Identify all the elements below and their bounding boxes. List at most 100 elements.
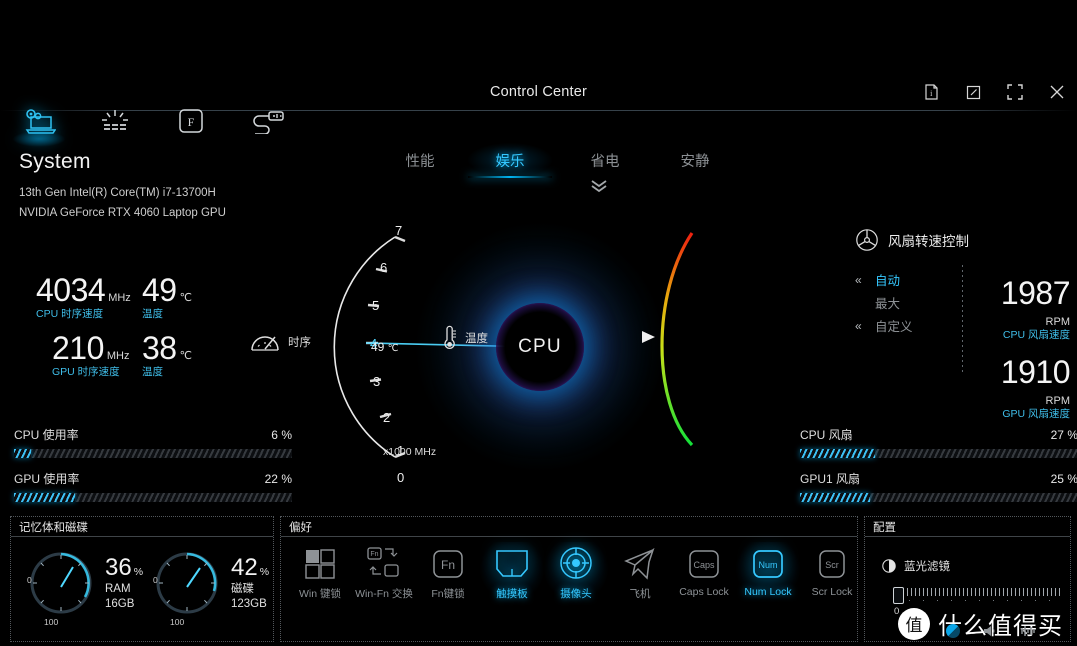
pref-num-lock[interactable]: Num Num Lock	[736, 542, 800, 601]
fan-mode-auto[interactable]: « 自动	[855, 268, 913, 291]
pref-caps-lock[interactable]: Caps Caps Lock	[672, 542, 736, 601]
sound-icon	[984, 626, 995, 636]
svg-text:Scr: Scr	[825, 560, 839, 570]
gpu-fan-fill	[800, 493, 870, 502]
cpu-fan-row: CPU 风扇 27 %	[800, 426, 1077, 458]
control-center-window: Control Center i F System 13th Gen Intel…	[0, 0, 1077, 646]
cpu-usage-fill	[14, 449, 31, 458]
pref-fn-key-lock[interactable]: Fn Fn键锁	[416, 542, 480, 601]
thermometer-icon	[444, 325, 456, 350]
maximize-button[interactable]	[1005, 82, 1025, 102]
gpu-fan-speed-label: GPU 风扇速度	[1002, 408, 1070, 420]
cpu-usage-unit: %	[281, 428, 292, 442]
info-button[interactable]: i	[921, 82, 941, 102]
bluelight-slider[interactable]: 0	[893, 587, 1063, 617]
gpu-clock-value: 210	[52, 330, 104, 366]
temp-marker: 49 ℃	[371, 340, 398, 354]
pref-camera-label: 摄像头	[560, 588, 592, 600]
pref-camera[interactable]: 摄像头	[544, 542, 608, 601]
dial-tick-6: 6	[380, 260, 388, 275]
close-button[interactable]	[1047, 82, 1067, 102]
pref-touchpad[interactable]: 触摸板	[480, 542, 544, 601]
pref-airplane-label: 飞机	[629, 588, 651, 600]
ram-gauge-max: 100	[44, 617, 59, 627]
cpu-clock-unit: MHz	[108, 292, 131, 304]
bluelight-row: 蓝光滤镜	[882, 558, 950, 574]
disk-gauge-max: 100	[170, 617, 185, 627]
gpu-fan-value: 25	[1050, 472, 1064, 486]
cpu-clock-value: 4034	[36, 272, 106, 308]
sidebar-item-devices[interactable]	[246, 104, 288, 138]
camera-icon	[559, 542, 593, 580]
fan-divider	[962, 265, 963, 375]
scroll-lock-icon: Scr	[814, 542, 850, 580]
pref-scroll-lock[interactable]: Scr Scr Lock	[800, 542, 864, 601]
dial-tick-7: 7	[395, 223, 403, 238]
window-title: Control Center	[489, 84, 588, 100]
ram-caption: 36% RAM 16GB	[105, 554, 143, 612]
config-panel-title: 配置	[873, 521, 896, 534]
fan-mode-custom[interactable]: « 自定义	[855, 314, 913, 337]
cpu-center-orb: CPU	[496, 303, 584, 391]
cpu-usage-label: CPU 使用率	[14, 428, 79, 442]
gpu-temp-value: 38	[142, 330, 177, 366]
ram-capacity: 16GB	[105, 598, 135, 610]
bluelight-slider-knob[interactable]	[893, 587, 904, 604]
pref-win-key-lock[interactable]: Win 键锁	[288, 542, 352, 601]
cpu-orb-label: CPU	[518, 336, 562, 357]
svg-text:Num: Num	[758, 560, 777, 570]
chevron-down-icon[interactable]	[588, 178, 610, 197]
sidebar-item-fn-key[interactable]: F	[170, 104, 212, 138]
dial-scale-unit: x1000 MHz	[383, 446, 437, 458]
preferences-panel-title: 偏好	[289, 521, 312, 534]
watermark-icons	[946, 624, 1036, 638]
ram-gauge: 36% RAM 16GB	[23, 545, 143, 621]
sidebar-item-keyboard-backlight[interactable]	[94, 104, 136, 138]
fan-modes: « 自动 «最大 « 自定义	[855, 268, 913, 337]
tab-entertainment[interactable]: 娱乐	[468, 150, 552, 178]
ram-gauge-dial	[30, 552, 92, 614]
pref-scroll-lock-label: Scr Lock	[811, 586, 853, 598]
tab-performance[interactable]: 性能	[390, 150, 450, 171]
cpu-fan-value: 27	[1050, 428, 1064, 442]
cpu-temp-readout: 49 ℃ 温度	[142, 272, 192, 321]
fan-mode-max[interactable]: «最大	[855, 291, 913, 314]
gpu-fan-unit: %	[1067, 472, 1077, 486]
fan-control-header: 风扇转速控制	[855, 228, 969, 252]
gpu-clock-label: GPU 时序速度	[52, 366, 120, 378]
fan-mode-max-label: 最大	[875, 297, 901, 311]
tab-quiet[interactable]: 安静	[665, 150, 725, 171]
volume-icon	[1021, 626, 1035, 636]
svg-text:i: i	[930, 89, 933, 98]
tab-power-save[interactable]: 省电	[575, 150, 635, 171]
svg-text:F: F	[188, 115, 195, 129]
fn-key-lock-icon: Fn	[430, 542, 466, 580]
fan-mode-custom-label: 自定义	[875, 320, 913, 334]
temp-marker-unit: ℃	[387, 343, 399, 354]
gpu-fan-row: GPU1 风扇 25 %	[800, 470, 1077, 502]
cpu-fan-speed-value: 1987	[1000, 275, 1071, 311]
chevron-left-icon-2: «	[855, 318, 862, 333]
memory-disk-panel-header: 记忆体和磁碟	[11, 517, 273, 537]
gpu-usage-unit: %	[281, 472, 292, 486]
top-nav: F	[12, 104, 288, 147]
fan-icon	[856, 229, 878, 251]
fan-mode-auto-label: 自动	[875, 274, 901, 288]
brightness-icon	[946, 624, 960, 638]
cpu-fan-speed-label: CPU 风扇速度	[1002, 329, 1070, 341]
cpu-fan-bar	[800, 449, 1077, 458]
gpu-fan-bar	[800, 493, 1077, 502]
memory-disk-panel: 记忆体和磁碟 36% RAM 16GB 0 100 42 % 磁碟 123GB …	[10, 516, 274, 642]
gpu-name: NVIDIA GeForce RTX 4060 Laptop GPU	[19, 207, 226, 219]
pref-win-fn-swap[interactable]: Fn Win-Fn 交换	[352, 542, 416, 601]
chevron-left-icon: «	[855, 272, 862, 287]
disk-unit: %	[259, 566, 270, 578]
bluelight-label: 蓝光滤镜	[904, 561, 950, 573]
dial-tick-0: 0	[397, 470, 405, 485]
ram-label: RAM	[105, 583, 131, 595]
sidebar-item-system[interactable]	[12, 104, 66, 147]
pref-airplane[interactable]: 飞机	[608, 542, 672, 601]
shrink-button[interactable]	[963, 82, 983, 102]
gpu-fan-speed-value: 1910	[1000, 354, 1071, 390]
touchpad-icon	[493, 542, 531, 580]
